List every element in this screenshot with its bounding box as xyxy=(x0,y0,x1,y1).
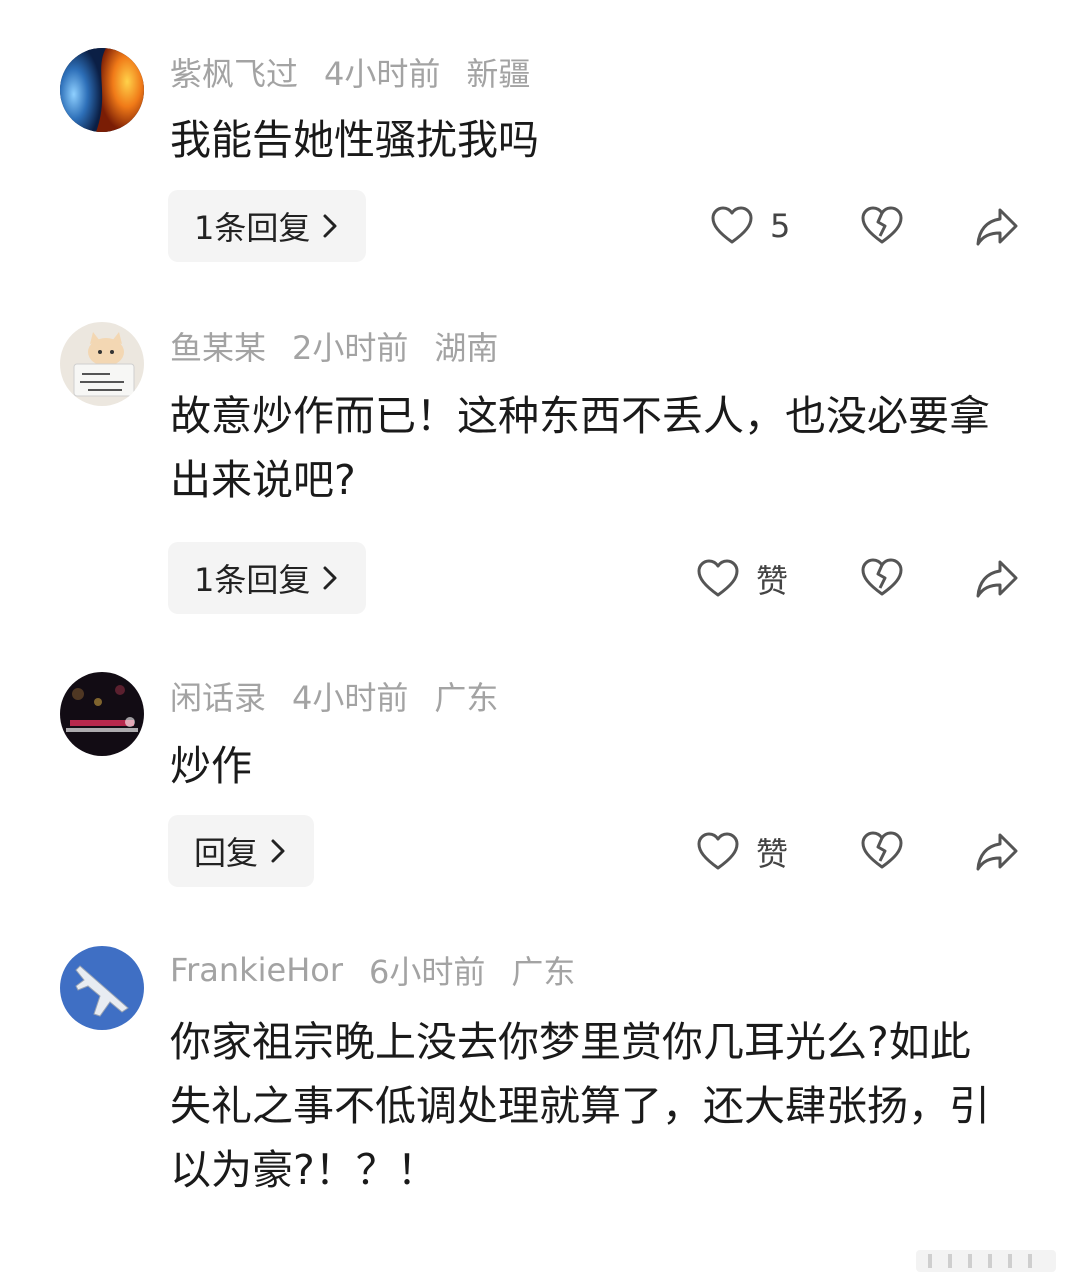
comment-meta: FrankieHor 6小时前 广东 xyxy=(170,948,601,992)
location: 广东 xyxy=(511,953,576,991)
comment-text: 炒作 xyxy=(170,742,252,790)
username[interactable]: FrankieHor xyxy=(170,951,343,989)
avatar[interactable] xyxy=(60,946,144,1030)
like-button[interactable]: 赞 xyxy=(696,829,788,875)
heart-icon xyxy=(697,832,739,870)
night-city-icon xyxy=(60,672,144,756)
comment-text: 我能告她性骚扰我吗 xyxy=(170,116,539,164)
like-button[interactable]: 5 xyxy=(710,204,790,248)
broken-heart-icon xyxy=(861,558,903,596)
dislike-button[interactable] xyxy=(860,829,904,873)
timestamp: 2小时前 xyxy=(292,329,409,367)
username[interactable]: 鱼某某 xyxy=(170,323,266,369)
location: 湖南 xyxy=(434,329,499,367)
fire-water-icon xyxy=(60,48,144,132)
share-button[interactable] xyxy=(974,829,1020,873)
avatar[interactable] xyxy=(60,322,144,406)
comment-text: 你家祖宗晚上没去你梦里赏你几耳光么?如此失礼之事不低调处理就算了，还大肆张扬，引… xyxy=(170,1018,990,1194)
comment-meta: 紫枫飞过 4小时前 新疆 xyxy=(170,50,556,94)
like-count: 5 xyxy=(770,207,791,245)
dislike-button[interactable] xyxy=(860,204,904,248)
view-replies-button[interactable]: 回复 xyxy=(168,815,315,887)
avatar[interactable] xyxy=(60,48,144,132)
like-label: 赞 xyxy=(756,562,789,600)
view-replies-button[interactable]: 1条回复 xyxy=(168,542,367,614)
username[interactable]: 紫枫飞过 xyxy=(170,49,298,95)
share-icon xyxy=(976,833,1018,871)
share-icon xyxy=(976,560,1018,598)
reply-label: 回复 xyxy=(194,834,259,872)
chevron-right-icon xyxy=(323,214,337,238)
timestamp: 6小时前 xyxy=(369,953,486,991)
chevron-right-icon xyxy=(271,839,285,863)
heart-icon xyxy=(697,559,739,597)
comment-meta: 闲话录 4小时前 广东 xyxy=(170,674,524,718)
location: 广东 xyxy=(434,679,499,717)
fighter-jet-icon xyxy=(60,946,144,1030)
comment-text: 故意炒作而已！这种东西不丢人，也没必要拿出来说吧? xyxy=(170,392,990,504)
share-button[interactable] xyxy=(974,204,1020,248)
heart-icon xyxy=(711,206,753,244)
reply-label: 1条回复 xyxy=(194,209,311,247)
chevron-right-icon xyxy=(323,566,337,590)
dislike-button[interactable] xyxy=(860,556,904,600)
like-label: 赞 xyxy=(756,835,789,873)
share-button[interactable] xyxy=(974,556,1020,600)
timestamp: 4小时前 xyxy=(324,55,441,93)
avatar[interactable] xyxy=(60,672,144,756)
cat-with-sign-icon xyxy=(60,322,144,406)
reply-label: 1条回复 xyxy=(194,561,311,599)
comment-meta: 鱼某某 2小时前 湖南 xyxy=(170,324,524,368)
broken-heart-icon xyxy=(861,831,903,869)
share-icon xyxy=(976,208,1018,246)
username[interactable]: 闲话录 xyxy=(170,673,266,719)
timestamp: 4小时前 xyxy=(292,679,409,717)
view-replies-button[interactable]: 1条回复 xyxy=(168,190,367,262)
like-button[interactable]: 赞 xyxy=(696,556,788,602)
location: 新疆 xyxy=(466,55,531,93)
broken-heart-icon xyxy=(861,206,903,244)
watermark-icon xyxy=(916,1250,1056,1272)
